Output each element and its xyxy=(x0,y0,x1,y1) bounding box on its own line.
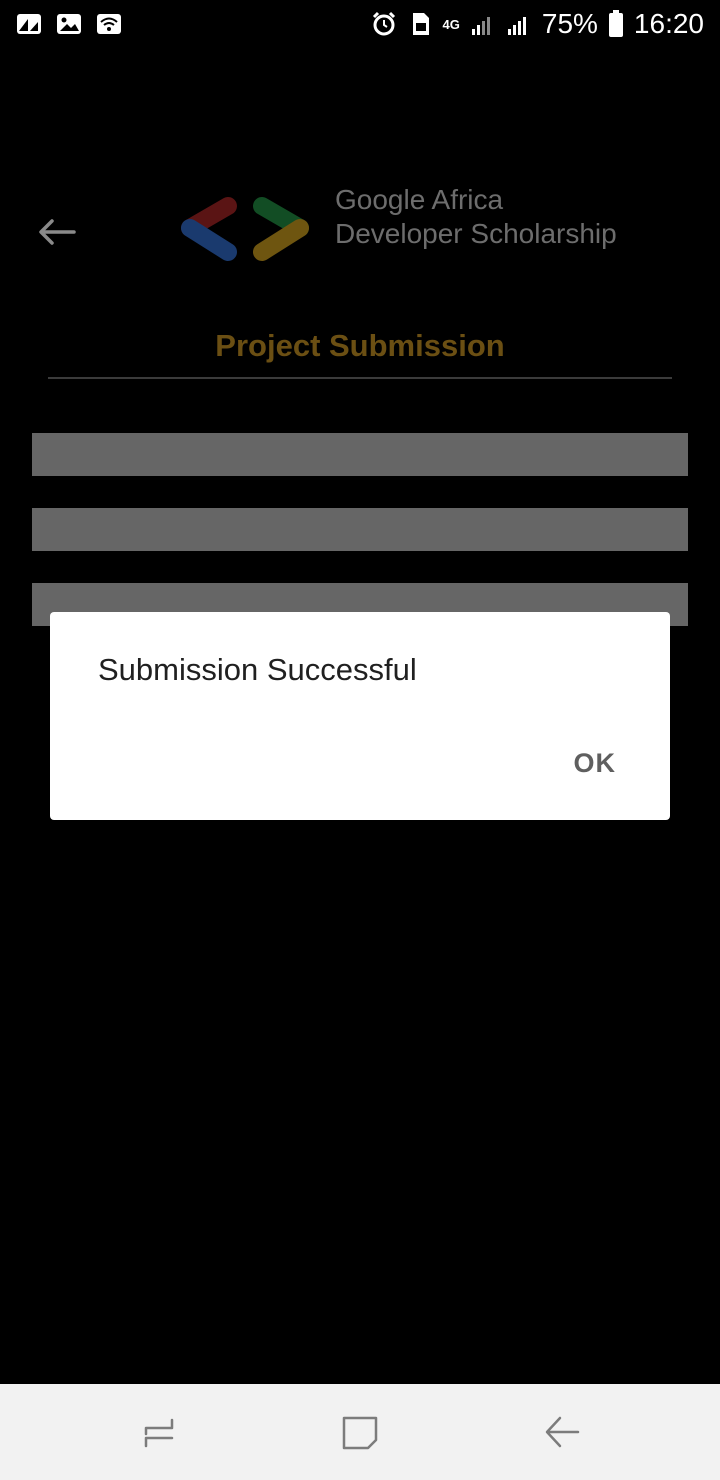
gads-logo-icon xyxy=(181,197,309,261)
last-name-field[interactable] xyxy=(32,508,688,551)
screen: 4G 75% 16:20 Google Africa Developer Sch… xyxy=(0,0,720,1480)
signal-icon xyxy=(471,17,490,35)
signal-icon xyxy=(507,17,526,35)
ok-button[interactable]: OK xyxy=(574,748,617,779)
wifi-icon xyxy=(97,14,121,34)
photo-notification-icon xyxy=(17,14,41,34)
navigation-bar xyxy=(0,1384,720,1480)
system-status: 4G 75% 16:20 xyxy=(371,8,704,40)
home-icon[interactable] xyxy=(340,1412,380,1452)
logo-wordmark: Google Africa Developer Scholarship xyxy=(335,183,617,251)
back-icon[interactable] xyxy=(542,1412,582,1452)
network-type-label: 4G xyxy=(442,16,460,32)
logo-line-1: Google Africa xyxy=(335,184,504,215)
gallery-notification-icon xyxy=(57,14,81,34)
dialog-message: Submission Successful xyxy=(98,652,417,687)
first-name-field[interactable] xyxy=(32,433,688,476)
success-dialog: Submission Successful OK xyxy=(50,612,670,820)
clock: 16:20 xyxy=(633,8,704,39)
recents-icon[interactable] xyxy=(140,1412,180,1452)
notification-icons xyxy=(16,11,122,37)
battery-icon xyxy=(608,10,623,37)
battery-percent: 75% xyxy=(541,8,598,39)
title-divider xyxy=(48,377,672,379)
logo-line-2: Developer Scholarship xyxy=(335,218,617,249)
alarm-icon xyxy=(372,11,395,36)
arrow-left-icon[interactable] xyxy=(36,214,78,250)
status-bar: 4G 75% 16:20 xyxy=(0,0,720,50)
sim-icon xyxy=(412,13,429,35)
page-title: Project Submission xyxy=(215,328,505,363)
